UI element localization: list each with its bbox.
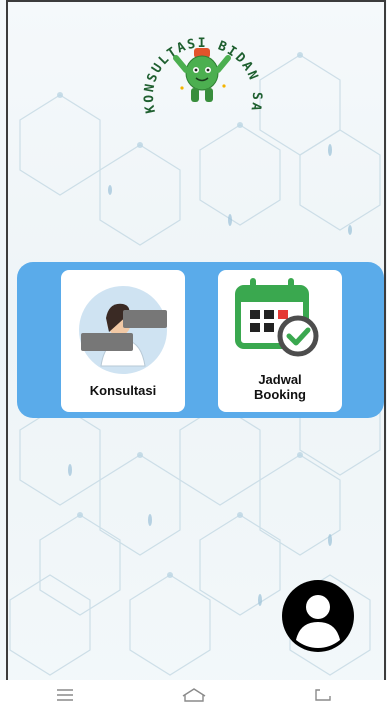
jadwal-booking-label: Jadwal Booking bbox=[218, 372, 342, 402]
back-icon bbox=[314, 689, 331, 701]
konsultasi-label: Konsultasi bbox=[89, 383, 157, 398]
jadwal-booking-button[interactable]: Jadwal Booking bbox=[218, 270, 342, 412]
app-logo: KONSULTASI BIDAN SAMBAS bbox=[128, 18, 262, 115]
frame-left-border bbox=[6, 0, 8, 690]
profile-button[interactable] bbox=[282, 580, 354, 652]
frame-right-border bbox=[384, 0, 386, 690]
home-button[interactable] bbox=[164, 682, 224, 708]
menu-panel: Konsultasi Jadwal Booking bbox=[17, 262, 384, 418]
jadwal-booking-label-line-1: Jadwal bbox=[258, 372, 302, 387]
app-screen: KONSULTASI BIDAN SAMBAS bbox=[0, 0, 387, 710]
recent-apps-button[interactable] bbox=[35, 682, 95, 708]
calendar-check-icon bbox=[235, 278, 319, 357]
jadwal-booking-label-line-2: Booking bbox=[254, 387, 306, 402]
home-icon bbox=[182, 688, 205, 702]
doctor-icon bbox=[79, 286, 167, 374]
mascot-icon bbox=[173, 48, 231, 102]
back-button[interactable] bbox=[293, 682, 353, 708]
konsultasi-button[interactable]: Konsultasi bbox=[61, 270, 185, 412]
user-profile-icon bbox=[296, 595, 340, 648]
frame-top-border bbox=[6, 0, 386, 2]
system-navigation-bar bbox=[0, 680, 387, 710]
menu-icon bbox=[56, 689, 73, 701]
